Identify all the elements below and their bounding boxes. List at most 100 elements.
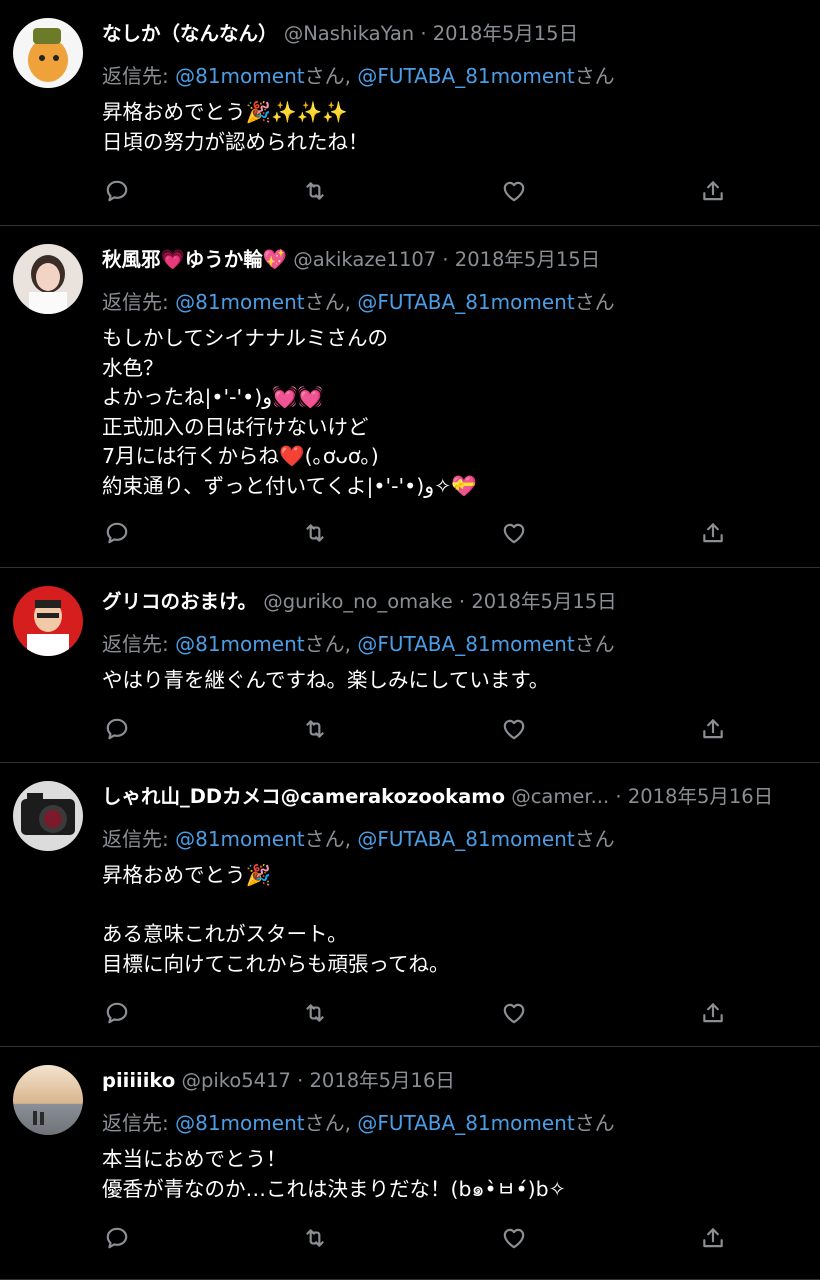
- tweet-line: 優香が青なのか…これは決まりだな！(b๑•̀ㅂ•́)b✧: [102, 1176, 566, 1201]
- mention-link[interactable]: @81moment: [175, 64, 304, 88]
- like-button[interactable]: [499, 518, 529, 548]
- retweet-button[interactable]: [300, 1223, 330, 1253]
- display-name[interactable]: しゃれ山_DDカメコ@camerakozookamo: [102, 785, 505, 808]
- user-handle[interactable]: @guriko_no_omake: [263, 590, 452, 613]
- tweet-text: 本当におめでとう！ 優香が青なのか…これは決まりだな！(b๑•̀ㅂ•́)b✧: [102, 1145, 808, 1204]
- mention-link[interactable]: @FUTABA_81moment: [357, 290, 574, 314]
- display-name[interactable]: なしか（なんなん）: [102, 22, 278, 45]
- reply-button[interactable]: [102, 998, 132, 1028]
- tweet-actions: [102, 518, 742, 552]
- like-button[interactable]: [499, 714, 529, 744]
- tweet-header: しゃれ山_DDカメコ@camerakozookamo @camer... · 2…: [102, 781, 808, 813]
- tweet-date[interactable]: 2018年5月15日: [455, 248, 600, 271]
- reply-button[interactable]: [102, 714, 132, 744]
- tweet-text: やはり青を継ぐんですね。楽しみにしています。: [102, 666, 808, 696]
- reply-icon: [106, 1227, 128, 1249]
- tweet[interactable]: グリコのおまけ。 @guriko_no_omake · 2018年5月15日 返…: [0, 568, 820, 763]
- avatar[interactable]: [13, 18, 83, 88]
- reply-prefix: 返信先:: [102, 64, 169, 88]
- tweet-line: ある意味これがスタート。: [102, 922, 348, 946]
- tweet[interactable]: 秋風邪💗ゆうか輪💖 @akikaze1107 · 2018年5月15日 返信先:…: [0, 226, 820, 568]
- reply-prefix: 返信先:: [102, 290, 169, 314]
- like-icon: [503, 1228, 525, 1249]
- user-handle[interactable]: @akikaze1107: [293, 248, 436, 271]
- like-icon: [503, 1003, 525, 1024]
- reply-prefix: 返信先:: [102, 1111, 169, 1135]
- reply-context: 返信先: @81momentさん, @FUTABA_81momentさん: [102, 286, 808, 318]
- tweet-header: なしか（なんなん） @NashikaYan · 2018年5月15日: [102, 18, 808, 50]
- like-icon: [503, 181, 525, 202]
- tweet-line: 7月には行くからね❤️(｡ơᴗơ｡): [102, 444, 379, 468]
- avatar[interactable]: [13, 244, 83, 314]
- mention-link[interactable]: @81moment: [175, 827, 304, 851]
- retweet-button[interactable]: [300, 176, 330, 206]
- honorific: さん: [304, 1111, 345, 1135]
- share-button[interactable]: [698, 714, 728, 744]
- user-handle[interactable]: @piko5417: [181, 1069, 290, 1092]
- reply-context: 返信先: @81momentさん, @FUTABA_81momentさん: [102, 1107, 808, 1139]
- tweet[interactable]: piiiiiko @piko5417 · 2018年5月16日 返信先: @81…: [0, 1047, 820, 1280]
- mention-link[interactable]: @FUTABA_81moment: [357, 1111, 574, 1135]
- mention-link[interactable]: @FUTABA_81moment: [357, 632, 574, 656]
- retweet-icon: [306, 1229, 324, 1247]
- tweet-date[interactable]: 2018年5月16日: [628, 785, 773, 808]
- user-handle[interactable]: @camer...: [511, 785, 609, 808]
- separator: ·: [442, 248, 449, 271]
- separator: ·: [297, 1069, 304, 1092]
- reply-button[interactable]: [102, 176, 132, 206]
- like-button[interactable]: [499, 176, 529, 206]
- reply-context: 返信先: @81momentさん, @FUTABA_81momentさん: [102, 60, 808, 92]
- honorific: さん: [574, 290, 615, 314]
- retweet-icon: [306, 1004, 324, 1022]
- retweet-icon: [306, 720, 324, 738]
- tweet-line: もしかしてシイナナルミさんの: [102, 326, 388, 350]
- mention-link[interactable]: @FUTABA_81moment: [357, 827, 574, 851]
- reply-context: 返信先: @81momentさん, @FUTABA_81momentさん: [102, 823, 808, 855]
- share-button[interactable]: [698, 518, 728, 548]
- mention-link[interactable]: @81moment: [175, 632, 304, 656]
- like-button[interactable]: [499, 1223, 529, 1253]
- like-button[interactable]: [499, 998, 529, 1028]
- share-icon: [703, 719, 723, 739]
- avatar[interactable]: [13, 781, 83, 851]
- tweet-actions: [102, 714, 742, 748]
- separator: ·: [458, 590, 466, 613]
- tweet-actions: [102, 998, 742, 1032]
- share-button[interactable]: [698, 1223, 728, 1253]
- reply-button[interactable]: [102, 1223, 132, 1253]
- comma: ,: [344, 64, 351, 88]
- retweet-button[interactable]: [300, 518, 330, 548]
- retweet-button[interactable]: [300, 998, 330, 1028]
- mention-link[interactable]: @81moment: [175, 290, 304, 314]
- tweet[interactable]: なしか（なんなん） @NashikaYan · 2018年5月15日 返信先: …: [0, 0, 820, 226]
- tweet-date[interactable]: 2018年5月15日: [471, 590, 616, 613]
- share-icon: [703, 523, 723, 543]
- share-button[interactable]: [698, 998, 728, 1028]
- mention-link[interactable]: @81moment: [175, 1111, 304, 1135]
- mention-link[interactable]: @FUTABA_81moment: [357, 64, 574, 88]
- reply-icon: [106, 180, 128, 202]
- reply-button[interactable]: [102, 518, 132, 548]
- honorific: さん: [304, 632, 345, 656]
- retweet-button[interactable]: [300, 714, 330, 744]
- tweet[interactable]: しゃれ山_DDカメコ@camerakozookamo @camer... · 2…: [0, 763, 820, 1047]
- avatar[interactable]: [13, 586, 83, 656]
- tweet-date[interactable]: 2018年5月15日: [433, 22, 578, 45]
- reply-prefix: 返信先:: [102, 827, 169, 851]
- retweet-icon: [306, 524, 324, 542]
- comma: ,: [344, 290, 351, 314]
- honorific: さん: [574, 632, 615, 656]
- display-name[interactable]: piiiiiko: [102, 1069, 175, 1092]
- separator: ·: [615, 785, 622, 808]
- tweet-date[interactable]: 2018年5月16日: [310, 1069, 455, 1092]
- share-button[interactable]: [698, 176, 728, 206]
- share-icon: [703, 181, 723, 201]
- user-handle[interactable]: @NashikaYan: [284, 22, 414, 45]
- display-name[interactable]: グリコのおまけ。: [102, 590, 257, 613]
- display-name[interactable]: 秋風邪💗ゆうか輪💖: [102, 248, 287, 271]
- tweet-text: 昇格おめでとう🎉✨✨✨ 日頃の努力が認められたね！: [102, 98, 808, 157]
- honorific: さん: [304, 827, 345, 851]
- reply-icon: [106, 718, 128, 740]
- tweet-line: 昇格おめでとう🎉: [102, 863, 272, 887]
- avatar[interactable]: [13, 1065, 83, 1135]
